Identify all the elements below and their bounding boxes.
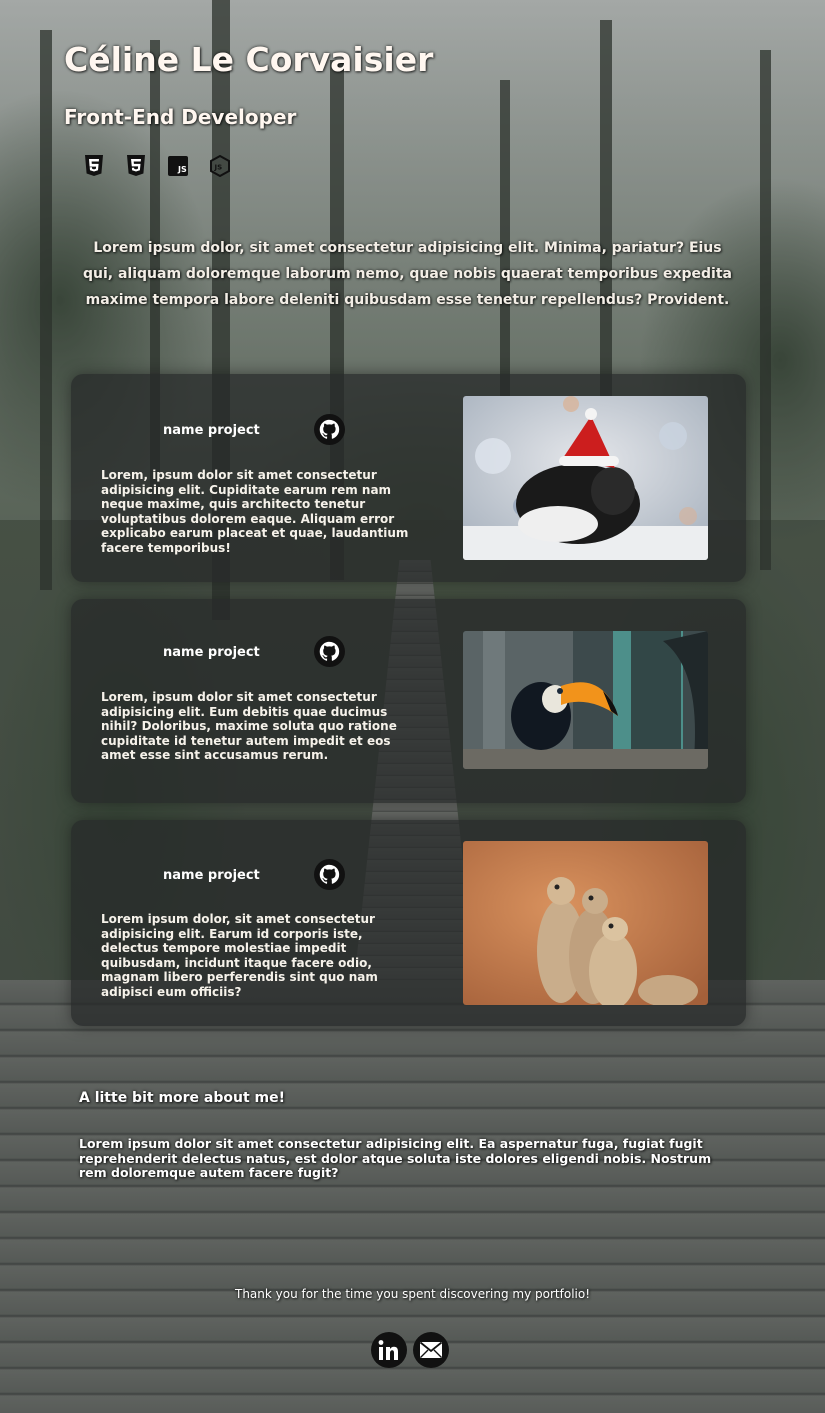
developer-role: Front-End Developer [64, 105, 297, 129]
project-card: name project Lorem, ipsum dolor sit amet… [71, 374, 746, 582]
html5-icon [82, 154, 106, 178]
css3-icon [124, 154, 148, 178]
project-card: name project Lorem, ipsum dolor sit amet… [71, 599, 746, 803]
linkedin-icon[interactable] [371, 1332, 407, 1368]
intro-paragraph: Lorem ipsum dolor, sit amet consectetur … [83, 240, 732, 308]
about-title: A litte bit more about me! [79, 1090, 286, 1106]
svg-text:JS: JS [177, 165, 187, 174]
project-description: Lorem, ipsum dolor sit amet consectetur … [101, 468, 409, 555]
project-title: name project [163, 868, 260, 883]
about-text: Lorem ipsum dolor sit amet consectetur a… [79, 1136, 712, 1181]
javascript-icon: JS [166, 154, 190, 178]
social-links [371, 1332, 449, 1368]
github-icon[interactable] [314, 414, 345, 445]
project-title: name project [163, 423, 260, 438]
github-icon[interactable] [314, 859, 345, 890]
footer-thanks-text: Thank you for the time you spent discove… [234, 1287, 591, 1301]
skills-icon-row: JS JS [82, 154, 232, 178]
developer-name: Céline Le Corvaisier [64, 40, 434, 79]
github-icon[interactable] [314, 636, 345, 667]
nodejs-icon: JS [208, 154, 232, 178]
meerkats-photo [463, 841, 708, 1005]
svg-text:JS: JS [214, 164, 223, 172]
guinea-pig-santa-hat-photo [463, 396, 708, 560]
project-title: name project [163, 645, 260, 660]
project-description: Lorem ipsum dolor, sit amet consectetur … [101, 912, 378, 999]
project-card: name project Lorem ipsum dolor, sit amet… [71, 820, 746, 1026]
project-description: Lorem, ipsum dolor sit amet consectetur … [101, 690, 397, 763]
email-icon[interactable] [413, 1332, 449, 1368]
toucan-photo [463, 631, 708, 769]
